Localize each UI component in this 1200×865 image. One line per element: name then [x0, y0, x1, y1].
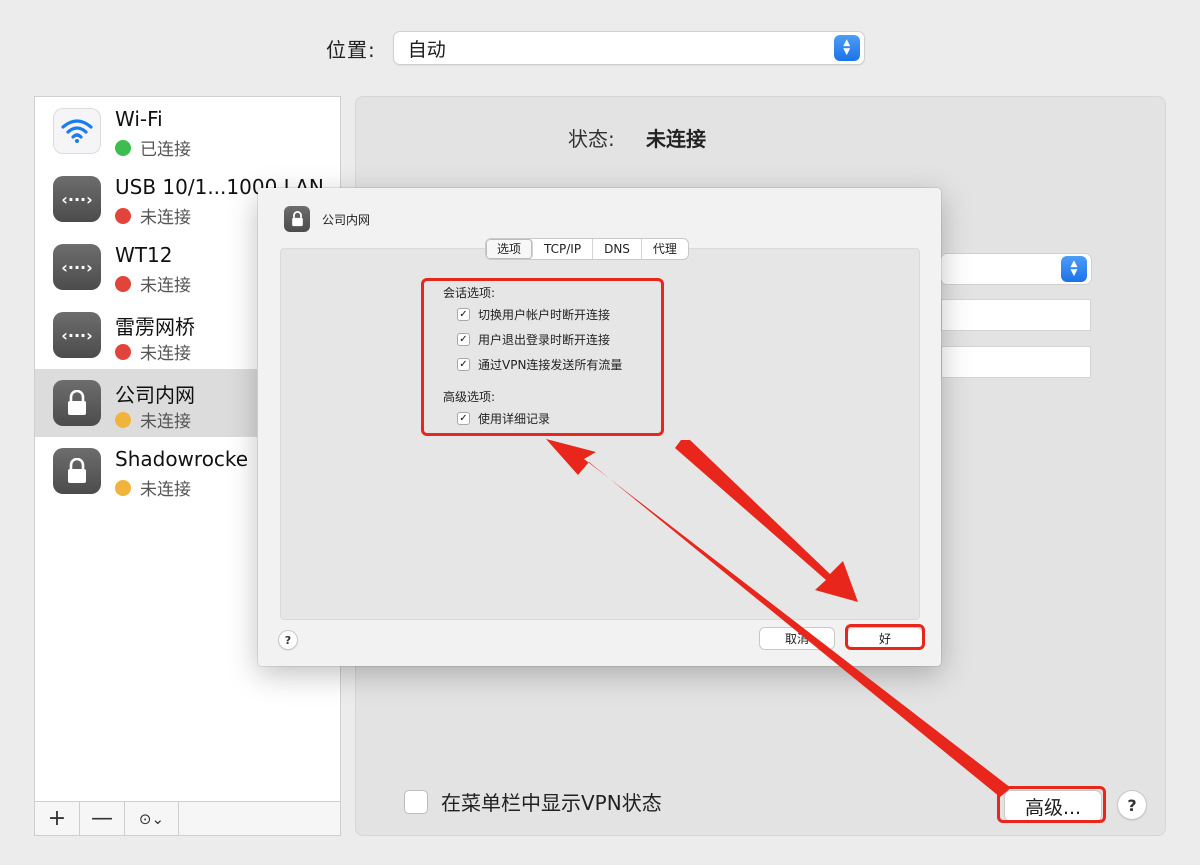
location-label: 位置: — [326, 37, 376, 62]
account-name-field[interactable] — [941, 346, 1091, 378]
dialog-tabs: 选项 TCP/IP DNS 代理 — [486, 239, 688, 259]
show-vpn-status-label: 在菜单栏中显示VPN状态 — [441, 791, 662, 815]
service-status-text: 未连接 — [140, 480, 191, 500]
dialog-title: 公司内网 — [322, 213, 371, 227]
cancel-button[interactable]: 取消 — [760, 628, 834, 649]
status-value: 未连接 — [646, 127, 706, 151]
dialog-help-button[interactable]: ? — [279, 631, 297, 649]
service-name: 公司内网 — [115, 383, 195, 407]
location-bar: 位置: 自动 ▲ ▼ — [326, 32, 864, 64]
select-stepper-icon: ▲ ▼ — [833, 35, 860, 61]
more-actions-button[interactable]: ⊙⌄ — [125, 802, 179, 835]
status-dot-icon — [115, 139, 131, 156]
tab-dns[interactable]: DNS — [593, 239, 642, 259]
service-name: 雷雳网桥 — [115, 315, 195, 339]
tab-tcpip[interactable]: TCP/IP — [533, 239, 594, 259]
service-item-wt12[interactable]: ‹···› WT12 未连接 — [35, 233, 257, 301]
service-status-text: 未连接 — [140, 344, 191, 364]
tab-proxy[interactable]: 代理 — [642, 239, 688, 259]
service-status: 已连接 — [115, 135, 191, 160]
sidebar-toolbar: + — ⊙⌄ — [35, 801, 340, 835]
annotation-box-advanced — [997, 786, 1106, 823]
status-dot-icon — [115, 343, 131, 360]
service-item-thunderbolt-bridge[interactable]: ‹···› 雷雳网桥 未连接 — [35, 301, 257, 369]
add-service-button[interactable]: + — [35, 802, 80, 835]
location-select[interactable]: 自动 ▲ ▼ — [393, 32, 864, 64]
service-status-text: 未连接 — [140, 412, 191, 432]
service-item-wifi[interactable]: Wi-Fi 已连接 — [35, 97, 257, 165]
service-name: Shadowrocke — [115, 447, 249, 471]
tab-options[interactable]: 选项 — [486, 239, 534, 259]
configuration-select[interactable]: ▲ ▼ — [941, 254, 1091, 284]
server-address-field[interactable] — [941, 299, 1091, 331]
service-item-usb-lan[interactable]: ‹···› USB 10/1...1000 LAN 未连接 — [35, 165, 324, 233]
service-status: 未连接 — [115, 339, 191, 364]
service-name: Wi-Fi — [115, 107, 163, 131]
service-status-text: 已连接 — [140, 140, 191, 160]
service-item-company-vpn[interactable]: 公司内网 未连接 — [35, 369, 257, 437]
status-label: 状态: — [568, 127, 615, 151]
service-name: WT12 — [115, 243, 173, 267]
show-vpn-status-row: 在菜单栏中显示VPN状态 — [404, 787, 662, 816]
lock-icon — [53, 448, 101, 494]
annotation-box-ok — [845, 624, 925, 650]
annotation-box-options — [421, 278, 664, 436]
status-dot-icon — [115, 275, 131, 292]
help-button[interactable]: ? — [1118, 791, 1146, 819]
wifi-icon — [53, 108, 101, 154]
ethernet-icon: ‹···› — [53, 176, 101, 222]
status-dot-icon — [115, 411, 131, 428]
lock-icon — [284, 206, 310, 232]
location-value: 自动 — [407, 38, 446, 61]
service-status: 未连接 — [115, 407, 191, 432]
select-stepper-icon: ▲ ▼ — [1061, 256, 1087, 282]
service-status: 未连接 — [115, 475, 191, 500]
show-vpn-status-checkbox[interactable] — [404, 789, 428, 814]
service-item-shadowrocket[interactable]: Shadowrocke 未连接 — [35, 437, 257, 505]
service-status: 未连接 — [115, 271, 191, 296]
status-dot-icon — [115, 479, 131, 496]
lock-icon — [53, 380, 101, 426]
service-status-text: 未连接 — [140, 208, 191, 228]
service-status-text: 未连接 — [140, 276, 191, 296]
service-status: 未连接 — [115, 203, 191, 228]
ethernet-icon: ‹···› — [53, 244, 101, 290]
ethernet-icon: ‹···› — [53, 312, 101, 358]
status-dot-icon — [115, 207, 131, 224]
remove-service-button[interactable]: — — [80, 802, 125, 835]
